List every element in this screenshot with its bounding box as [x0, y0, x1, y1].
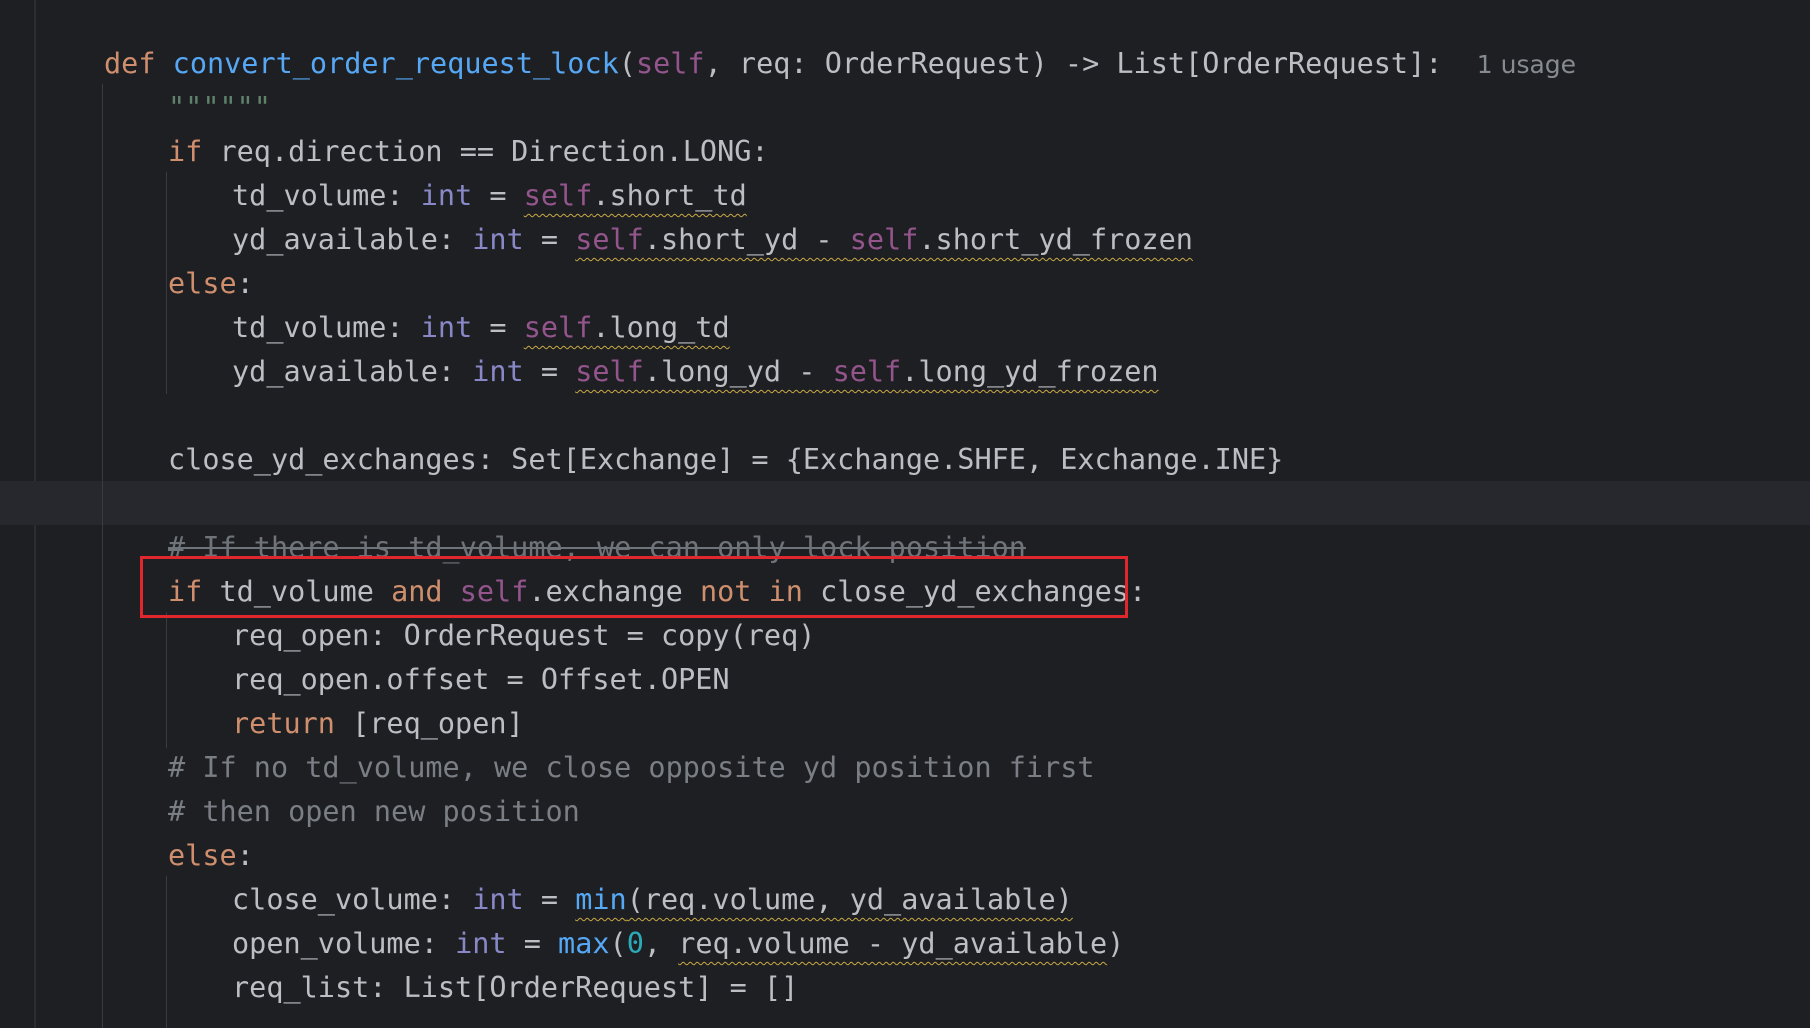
- self-ref: self: [575, 223, 644, 256]
- type-int: int: [472, 355, 524, 388]
- paren: (: [609, 927, 627, 960]
- attribute: .short_td: [592, 179, 747, 212]
- expr: .long_yd -: [643, 355, 833, 388]
- indent-guide: [166, 612, 167, 748]
- var-name: close_volume:: [232, 883, 473, 916]
- statement: req_open.offset = Offset.OPEN: [232, 663, 730, 696]
- self-ref: self: [575, 355, 644, 388]
- self-ref: self: [523, 311, 593, 344]
- indent-guide: [102, 84, 103, 1028]
- assign: =: [506, 927, 559, 960]
- expr: .short_yd -: [643, 223, 850, 256]
- self-param: self: [635, 47, 705, 80]
- assign: =: [523, 355, 576, 388]
- expr: [req_open]: [334, 707, 524, 740]
- comment: # If no td_volume, we close opposite yd …: [168, 751, 1095, 784]
- code-line-comment-close[interactable]: # If no td_volume, we close opposite yd …: [168, 746, 1095, 790]
- warning-underline[interactable]: self.short_td: [524, 179, 747, 212]
- indent-guide: [166, 876, 167, 1028]
- type-int: int: [472, 883, 524, 916]
- args: req.volume - yd_available: [678, 927, 1108, 960]
- builtin-min: min: [575, 883, 627, 916]
- warning-underline[interactable]: self.long_td: [524, 311, 730, 344]
- var-name: yd_available:: [232, 355, 473, 388]
- code-line-else2[interactable]: else:: [168, 834, 254, 878]
- else-keyword: else: [168, 267, 237, 300]
- type-int: int: [420, 311, 473, 344]
- code-line-yd-available-long[interactable]: yd_available: int = self.long_yd - self.…: [232, 350, 1159, 394]
- usage-hint[interactable]: 1 usage: [1477, 50, 1576, 79]
- statement: close_yd_exchanges: Set[Exchange] = {Exc…: [168, 443, 1284, 476]
- attribute: .long_yd_frozen: [901, 355, 1159, 388]
- type-int: int: [455, 927, 507, 960]
- comment: # then open new position: [168, 795, 580, 828]
- code-line-close-yd-exchanges[interactable]: close_yd_exchanges: Set[Exchange] = {Exc…: [168, 438, 1283, 482]
- paren: ): [1107, 927, 1125, 960]
- args: (req.volume, yd_available): [626, 883, 1073, 916]
- assign: =: [523, 883, 576, 916]
- condition: req.direction == Direction.LONG:: [202, 135, 769, 168]
- code-line-def[interactable]: def convert_order_request_lock(self, req…: [104, 42, 1576, 86]
- var-name: yd_available:: [232, 223, 473, 256]
- assign: =: [472, 311, 524, 344]
- attribute: .short_yd_frozen: [918, 223, 1193, 256]
- code-line-docstring[interactable]: """""": [168, 86, 271, 130]
- signature-rest: , req: OrderRequest) -> List[OrderReques…: [704, 47, 1443, 80]
- self-ref: self: [849, 223, 919, 256]
- colon: :: [236, 839, 254, 872]
- code-line-req-offset[interactable]: req_open.offset = Offset.OPEN: [232, 658, 730, 702]
- warning-underline[interactable]: self.long_yd - self.long_yd_frozen: [575, 355, 1158, 388]
- warning-underline[interactable]: req.volume - yd_available: [678, 927, 1107, 960]
- return-keyword: return: [232, 707, 335, 740]
- code-line-req-open[interactable]: req_open: OrderRequest = copy(req): [232, 614, 815, 658]
- statement: req_list: List[OrderRequest] = []: [232, 971, 799, 1004]
- type-int: int: [420, 179, 473, 212]
- var-name: open_volume:: [232, 927, 456, 960]
- def-keyword: def: [104, 47, 156, 80]
- function-name: convert_order_request_lock: [172, 47, 619, 80]
- type-int: int: [472, 223, 524, 256]
- else-keyword: else: [168, 839, 237, 872]
- code-line-if-direction[interactable]: if req.direction == Direction.LONG:: [168, 130, 769, 174]
- self-ref: self: [832, 355, 902, 388]
- code-line-req-list[interactable]: req_list: List[OrderRequest] = []: [232, 966, 798, 1010]
- var-name: td_volume:: [232, 311, 421, 344]
- paren: (: [618, 47, 636, 80]
- number-literal: 0: [626, 927, 644, 960]
- comma: ,: [643, 927, 679, 960]
- current-line-highlight: [0, 481, 1810, 525]
- code-line-comment-open[interactable]: # then open new position: [168, 790, 580, 834]
- code-line-td-volume-short[interactable]: td_volume: int = self.short_td: [232, 174, 747, 218]
- code-line-open-volume[interactable]: open_volume: int = max(0, req.volume - y…: [232, 922, 1124, 966]
- code-line-else[interactable]: else:: [168, 262, 254, 306]
- statement: req_open: OrderRequest = copy(req): [232, 619, 816, 652]
- assign: =: [523, 223, 576, 256]
- self-ref: self: [523, 179, 593, 212]
- warning-underline[interactable]: min(req.volume, yd_available): [575, 883, 1073, 916]
- attribute: .long_td: [592, 311, 730, 344]
- if-keyword: if: [168, 135, 203, 168]
- indent-guide: [166, 172, 167, 394]
- builtin-max: max: [558, 927, 610, 960]
- highlight-annotation-box: [140, 556, 1128, 618]
- colon: :: [236, 267, 254, 300]
- code-line-return[interactable]: return [req_open]: [232, 702, 524, 746]
- var-name: td_volume:: [232, 179, 421, 212]
- code-line-yd-available-short[interactable]: yd_available: int = self.short_yd - self…: [232, 218, 1193, 262]
- code-line-td-volume-long[interactable]: td_volume: int = self.long_td: [232, 306, 730, 350]
- docstring: """""": [168, 91, 271, 124]
- assign: =: [472, 179, 524, 212]
- warning-underline[interactable]: self.short_yd - self.short_yd_frozen: [575, 223, 1193, 256]
- code-line-close-volume[interactable]: close_volume: int = min(req.volume, yd_a…: [232, 878, 1073, 922]
